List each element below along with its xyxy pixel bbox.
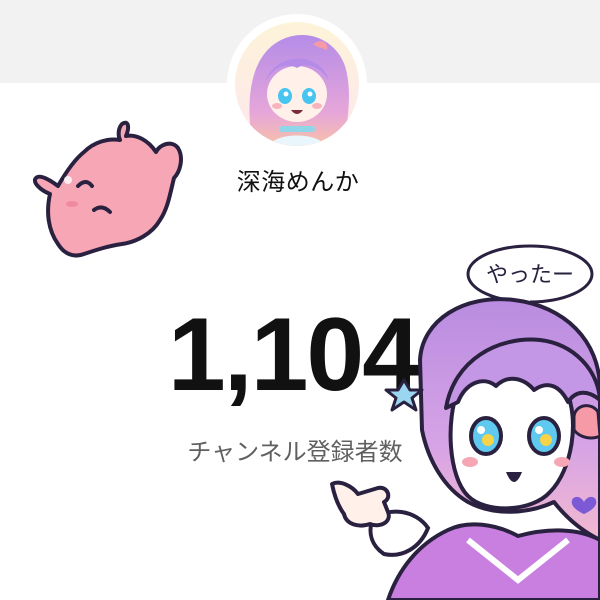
- mendako-sticker: [33, 120, 183, 258]
- channel-name[interactable]: 深海めんか: [200, 162, 396, 197]
- speech-bubble-text: やったー: [486, 263, 574, 288]
- character-illustration: やったー: [330, 244, 600, 600]
- channel-avatar[interactable]: [235, 22, 359, 146]
